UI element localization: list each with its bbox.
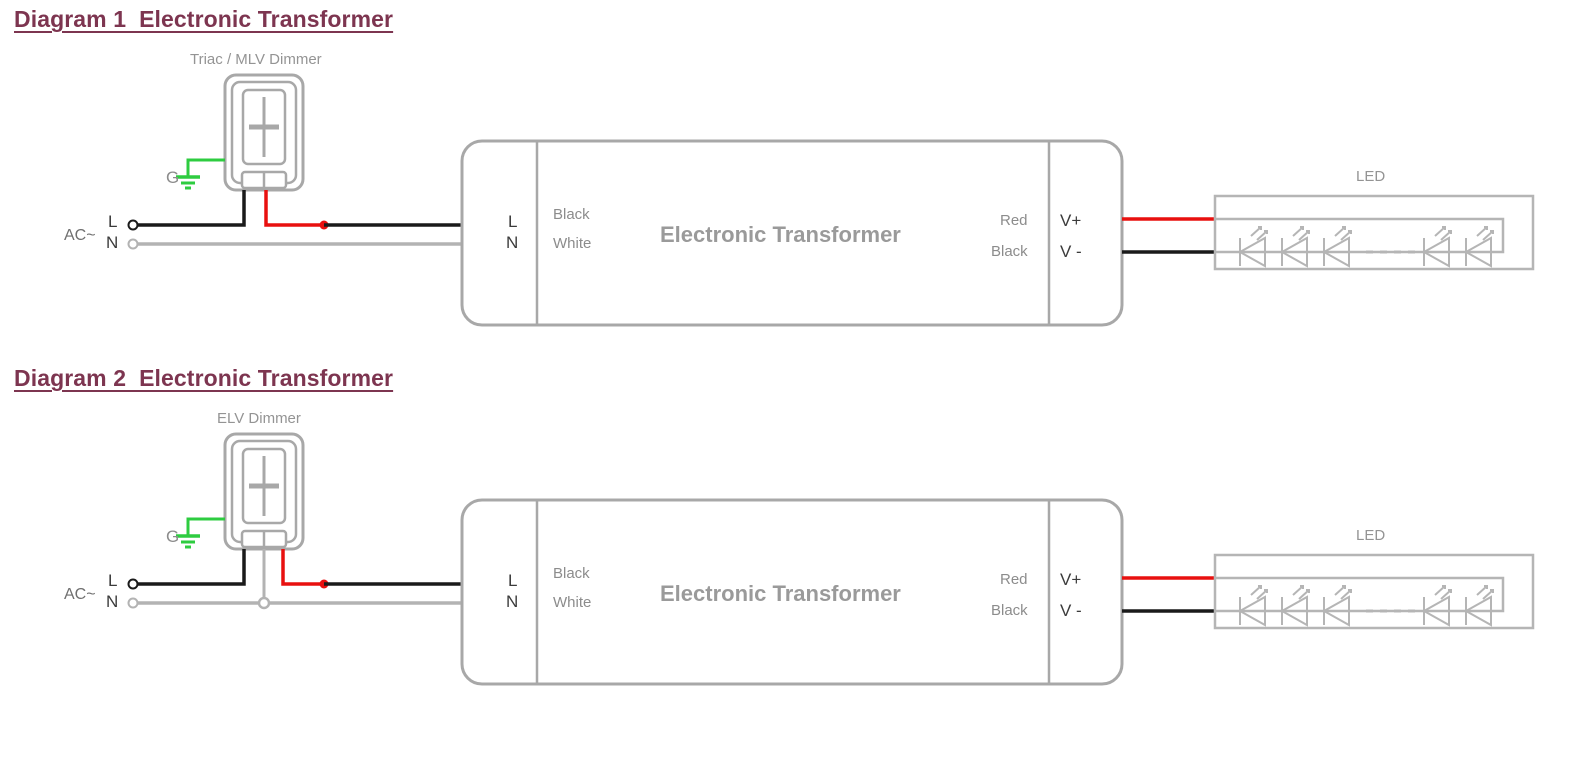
neutral-junction-node-2 bbox=[257, 596, 271, 610]
output-wire-color-black-2: Black bbox=[991, 602, 1028, 619]
ac-source-label-2: AC~ bbox=[64, 586, 96, 603]
ac-source-label-1: AC~ bbox=[64, 227, 96, 244]
led-load-graphic-1 bbox=[1213, 194, 1535, 271]
source-line-label-1: L bbox=[108, 212, 118, 231]
transformer-input-terminal-l-2: L bbox=[508, 571, 518, 590]
transformer-input-terminal-n-2: N bbox=[506, 592, 519, 611]
led-load-caption-1: LED bbox=[1356, 168, 1386, 185]
dimmer-caption-2: ELV Dimmer bbox=[217, 410, 301, 427]
transformer-input-terminal-l-1: L bbox=[508, 212, 518, 231]
source-neutral-label-1: N bbox=[106, 233, 119, 252]
transformer-name-1: Electronic Transformer bbox=[660, 222, 901, 247]
input-wire-color-black-1: Black bbox=[553, 206, 590, 223]
transformer-output-terminal-vplus-1: V+ bbox=[1060, 211, 1082, 230]
transformer-input-terminal-n-1: N bbox=[506, 233, 519, 252]
switched-live-wire-1 bbox=[264, 190, 324, 227]
ac-source-terminals-1 bbox=[127, 219, 139, 250]
input-wire-color-black-2: Black bbox=[553, 565, 590, 582]
output-wire-color-red-2: Red bbox=[1000, 571, 1028, 588]
ground-wire-1 bbox=[176, 158, 225, 190]
input-wire-color-white-1: White bbox=[553, 235, 592, 252]
ground-wire-2 bbox=[176, 517, 225, 549]
line-wire-2 bbox=[138, 549, 246, 586]
ground-label-2: G bbox=[166, 527, 180, 546]
elv-dimmer-graphic bbox=[223, 432, 305, 551]
diagram-1: Diagram 1 Electronic Transformer Triac /… bbox=[0, 0, 1582, 360]
ac-source-terminals-2 bbox=[127, 578, 139, 609]
input-wire-color-white-2: White bbox=[553, 594, 592, 611]
transformer-name-2: Electronic Transformer bbox=[660, 581, 901, 606]
transformer-output-terminal-vminus-2: V - bbox=[1060, 601, 1082, 620]
line-wire-1 bbox=[138, 190, 246, 227]
wiring-diagram-page: Diagram 1 Electronic Transformer Triac /… bbox=[0, 0, 1582, 775]
output-wire-color-black-1: Black bbox=[991, 243, 1028, 260]
switched-live-wire-2 bbox=[281, 549, 324, 586]
ground-label-1: G bbox=[166, 168, 180, 187]
dimmer-caption-1: Triac / MLV Dimmer bbox=[190, 51, 322, 68]
led-load-caption-2: LED bbox=[1356, 527, 1386, 544]
diagram-2: Diagram 2 Electronic Transformer ELV Dim… bbox=[0, 359, 1582, 719]
transformer-output-terminal-vplus-2: V+ bbox=[1060, 570, 1082, 589]
source-line-label-2: L bbox=[108, 571, 118, 590]
led-load-graphic-2 bbox=[1213, 553, 1535, 630]
triac-mlv-dimmer-graphic bbox=[223, 73, 305, 192]
output-wire-color-red-1: Red bbox=[1000, 212, 1028, 229]
source-neutral-label-2: N bbox=[106, 592, 119, 611]
transformer-output-terminal-vminus-1: V - bbox=[1060, 242, 1082, 261]
